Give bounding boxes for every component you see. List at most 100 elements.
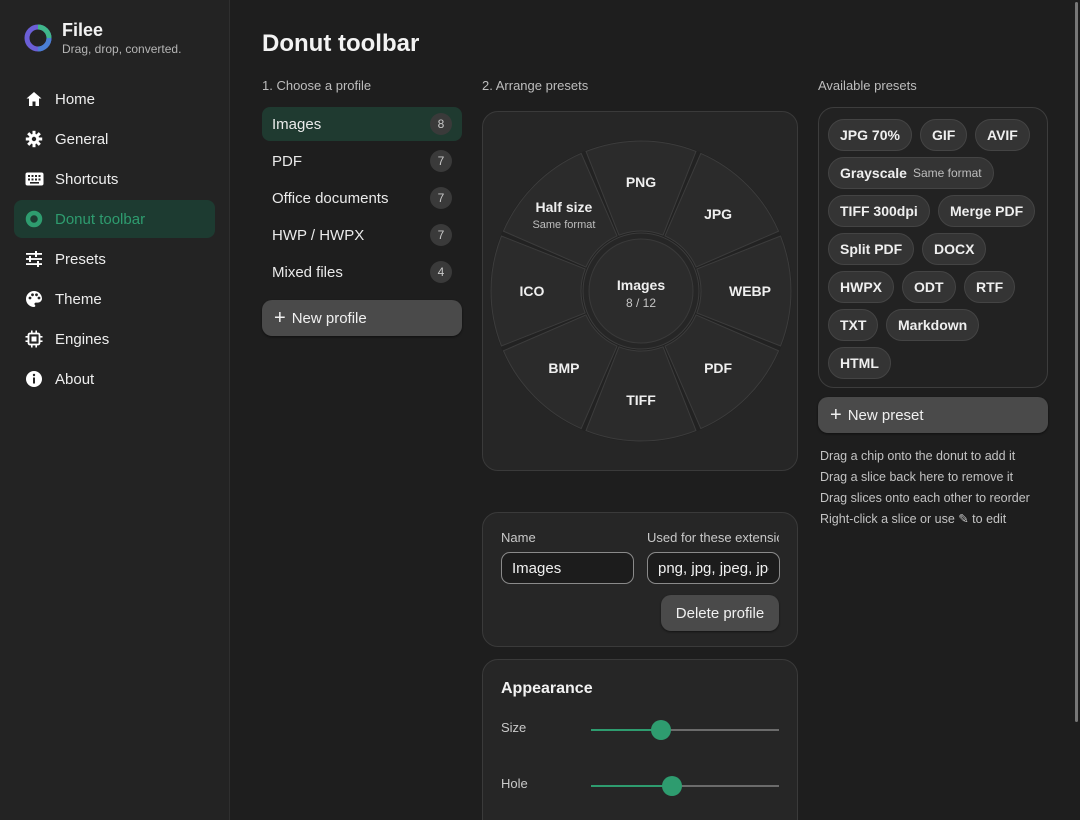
preset-chip[interactable]: TIFF 300dpi <box>828 195 930 227</box>
sidebar-item-general[interactable]: General <box>14 120 215 158</box>
size-slider[interactable] <box>591 720 779 740</box>
preset-chip[interactable]: HWPX <box>828 271 894 303</box>
preset-chip[interactable]: RTF <box>964 271 1016 303</box>
preset-chip-label: RTF <box>976 279 1004 295</box>
donut-slice-label: BMP <box>548 360 579 376</box>
size-label: Size <box>501 720 527 735</box>
sidebar-item-label: General <box>55 130 109 148</box>
profile-item[interactable]: PDF 7 <box>262 144 462 178</box>
preset-chip-label: Markdown <box>898 317 968 333</box>
plus-icon: + <box>274 307 286 329</box>
sidebar: Filee Drag, drop, converted. Home General… <box>0 0 230 820</box>
profile-item[interactable]: Images 8 <box>262 107 462 141</box>
hint-line: Right-click a slice or use ✎ to edit <box>820 512 1007 526</box>
profile-item[interactable]: Mixed files 4 <box>262 255 462 289</box>
arrange-section-label: 2. Arrange presets <box>482 78 589 93</box>
preset-chip[interactable]: Markdown <box>886 309 980 341</box>
donut-slice-label: PDF <box>704 360 732 376</box>
preset-chip-label: HWPX <box>840 279 882 295</box>
donut-icon <box>24 209 44 229</box>
preset-chip[interactable]: ODT <box>902 271 956 303</box>
sidebar-item-label: Home <box>55 90 96 108</box>
sidebar-item-theme[interactable]: Theme <box>14 280 215 318</box>
profile-label: Images <box>272 115 322 133</box>
preset-chip[interactable]: TXT <box>828 309 879 341</box>
new-preset-button[interactable]: + New preset <box>818 397 1048 433</box>
app-name: Filee <box>62 20 104 40</box>
preset-chip-label: HTML <box>840 355 879 371</box>
preset-chip[interactable]: AVIF <box>975 119 1030 151</box>
extensions-input[interactable] <box>647 552 780 584</box>
available-section-label: Available presets <box>818 78 917 93</box>
delete-profile-button[interactable]: Delete profile <box>661 595 779 631</box>
appearance-title: Appearance <box>501 680 593 697</box>
sidebar-item-presets[interactable]: Presets <box>14 240 215 278</box>
extensions-label: Used for these extensions <box>647 530 779 545</box>
donut-center-count: 8 / 12 <box>626 296 656 310</box>
profile-name-input[interactable] <box>501 552 634 584</box>
home-icon <box>24 89 44 109</box>
profile-list: Images 8 PDF 7 Office documents 7 HWP / HWPX 7 M… <box>262 107 462 292</box>
preset-chip-label: TIFF 300dpi <box>840 203 918 219</box>
profile-label: Office documents <box>272 189 389 207</box>
sidebar-item-shortcuts[interactable]: Shortcuts <box>14 160 215 198</box>
preset-chip-label: Grayscale <box>840 165 907 181</box>
preset-chip[interactable]: HTML <box>828 347 891 379</box>
hole-slider[interactable] <box>591 776 779 796</box>
preset-chip-label: GIF <box>932 127 956 143</box>
sidebar-item-label: Presets <box>55 250 106 268</box>
sliders-icon <box>24 249 44 269</box>
chip-icon <box>24 329 44 349</box>
hole-slider-fill <box>591 785 672 787</box>
preset-chip-label: AVIF <box>987 127 1018 143</box>
size-slider-thumb[interactable] <box>650 720 671 740</box>
hole-slider-thumb[interactable] <box>661 776 682 796</box>
page-scrollbar[interactable] <box>1075 2 1078 722</box>
brand: Filee Drag, drop, converted. <box>24 20 181 56</box>
profile-count-badge: 7 <box>430 187 452 209</box>
preset-chip[interactable]: Grayscale Same format <box>828 157 994 189</box>
profile-item[interactable]: HWP / HWPX 7 <box>262 218 462 252</box>
hint-line: Drag slices onto each other to reorder <box>820 491 1030 505</box>
donut-card: PNG JPG WEBP PDF TIFF BMP ICO Half size Same for… <box>482 111 798 471</box>
preset-chip[interactable]: DOCX <box>922 233 987 265</box>
sidebar-item-engines[interactable]: Engines <box>14 320 215 358</box>
donut-slice-label: Half size <box>536 199 593 215</box>
palette-icon <box>24 289 44 309</box>
donut-slice-sublabel: Same format <box>532 219 595 231</box>
preset-chip[interactable]: Split PDF <box>828 233 915 265</box>
available-presets: JPG 70% GIF AVIF Grayscale Same format TIFF 3… <box>818 107 1048 388</box>
preset-chip-label: DOCX <box>934 241 975 257</box>
sidebar-item-label: Donut toolbar <box>55 210 146 228</box>
donut-slice-label: TIFF <box>626 392 656 408</box>
app-tagline: Drag, drop, converted. <box>62 42 182 56</box>
sidebar-item-label: Theme <box>55 290 102 308</box>
sidebar-item-home[interactable]: Home <box>14 80 215 118</box>
profiles-section-label: 1. Choose a profile <box>262 78 372 93</box>
profile-label: Mixed files <box>272 263 343 281</box>
sidebar-item-label: Shortcuts <box>55 170 119 188</box>
preset-chip-label: Split PDF <box>840 241 903 257</box>
donut-slice-label: PNG <box>626 174 656 190</box>
sidebar-item-about[interactable]: About <box>14 360 215 398</box>
preset-chip-label: Merge PDF <box>950 203 1024 219</box>
new-profile-label: New profile <box>291 309 367 327</box>
profile-count-badge: 8 <box>430 113 452 135</box>
profile-count-badge: 7 <box>430 150 452 172</box>
hole-label: Hole <box>501 776 528 791</box>
sidebar-item-donut-toolbar[interactable]: Donut toolbar <box>14 200 215 238</box>
new-profile-button[interactable]: + New profile <box>262 300 462 336</box>
drag-hints: Drag a chip onto the donut to add it Drag… <box>820 446 1030 530</box>
preset-chip[interactable]: Merge PDF <box>938 195 1036 227</box>
donut-slice-label: WEBP <box>729 283 771 299</box>
donut-toolbar: PNG JPG WEBP PDF TIFF BMP ICO Half size Same for… <box>490 140 792 442</box>
name-label: Name <box>501 530 536 545</box>
profile-count-badge: 7 <box>430 224 452 246</box>
hint-line: Drag a slice back here to remove it <box>820 470 1014 484</box>
profile-item[interactable]: Office documents 7 <box>262 181 462 215</box>
donut-slice-label: ICO <box>520 283 545 299</box>
preset-chip[interactable]: GIF <box>920 119 968 151</box>
preset-chip[interactable]: JPG 70% <box>828 119 912 151</box>
new-preset-label: New preset <box>847 406 924 424</box>
appearance-card: Appearance Size Hole <box>482 659 798 820</box>
